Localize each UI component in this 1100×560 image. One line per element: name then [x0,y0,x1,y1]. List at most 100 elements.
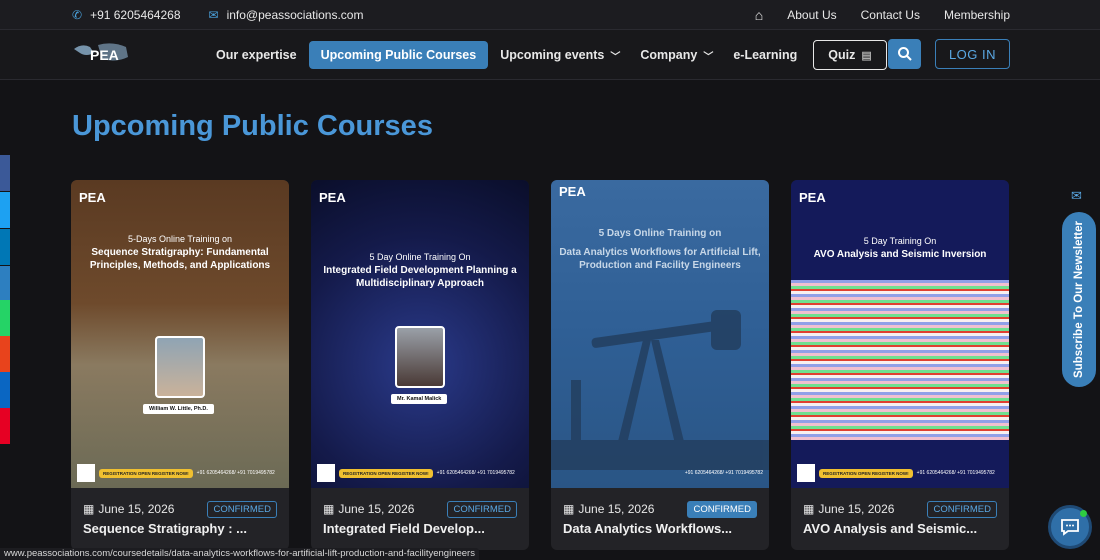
poster-logo: PEA [559,184,586,199]
status-badge: CONFIRMED [207,500,277,518]
poster-footer: REGISTRATION OPEN REGISTER NOW! +91 6205… [317,462,523,484]
nav-label: Our expertise [216,48,297,62]
login-button[interactable]: LOG IN [935,39,1010,69]
phone-contact[interactable]: ✆ +91 6205464268 [72,8,181,22]
register-pill: REGISTRATION OPEN REGISTER NOW! [339,468,433,478]
course-poster[interactable]: PEA 5-Days Online Training on Sequence S… [71,180,289,488]
about-us-link[interactable]: About Us [787,8,836,22]
document-icon: ▤ [861,49,872,62]
nav-label: e-Learning [733,48,798,62]
contact-us-link[interactable]: Contact Us [861,8,920,22]
course-card[interactable]: PEA 5 Day Online Training On Integrated … [311,180,529,550]
social-share-generic[interactable] [0,266,10,302]
nav-label: Upcoming Public Courses [320,48,477,62]
poster-logo: PEA [79,190,106,205]
mail-icon: ✉ [208,8,219,22]
poster-footer: +91 6205464268/ +91 7019495782 [557,462,763,484]
poster-title: Integrated Field Development Planning a … [323,265,517,289]
poster-contact: +91 6205464268/ +91 7019495782 [436,470,515,476]
nav-label: Quiz [828,48,856,62]
home-icon[interactable]: ⌂ [755,8,763,22]
top-contact-bar: ✆ +91 6205464268 ✉ info@peassociations.c… [0,0,1100,30]
qr-code [797,464,815,482]
nav-our-expertise[interactable]: Our expertise [208,41,305,69]
poster-subtitle: 5 Day Training On [863,236,937,246]
chat-button[interactable] [1048,505,1092,549]
course-card[interactable]: PEA 5 Days Online Training on Data Analy… [551,180,769,550]
email-contact[interactable]: ✉ info@peassociations.com [209,8,364,22]
nav-label: Upcoming events [500,48,605,62]
date-text: June 15, 2026 [818,502,895,516]
course-poster[interactable]: PEA 5 Day Online Training On Integrated … [311,180,529,488]
status-badge: CONFIRMED [687,500,757,518]
logo-text: PEA [90,47,119,63]
poster-subtitle: 5 Days Online Training on [598,228,722,239]
course-date: ▦ June 15, 2026 [323,502,414,516]
presenter-photo [155,336,205,398]
social-share-twitter[interactable] [0,192,10,228]
calendar-icon: ▦ [323,502,335,516]
calendar-icon: ▦ [563,502,575,516]
search-button[interactable] [888,39,921,69]
poster-contact: +91 6205464268/ +91 7019495782 [196,470,275,476]
nav-upcoming-public-courses[interactable]: Upcoming Public Courses [308,41,489,69]
course-date: ▦ June 15, 2026 [803,502,894,516]
qr-code [317,464,335,482]
course-card[interactable]: PEA 5 Day Training On AVO Analysis and S… [791,180,1009,550]
status-badge: CONFIRMED [927,500,997,518]
status-badge: CONFIRMED [447,500,517,518]
poster-title: Data Analytics Workflows for Artificial … [559,247,761,271]
nav-e-learning[interactable]: e-Learning [725,41,805,69]
course-poster[interactable]: PEA 5 Day Training On AVO Analysis and S… [791,180,1009,488]
nav-quiz[interactable]: Quiz ▤ [813,40,887,70]
qr-code [77,464,95,482]
social-share-whatsapp[interactable] [0,300,10,336]
phone-icon: ✆ [72,8,83,22]
poster-subtitle: 5-Days Online Training on [127,234,233,244]
newsletter-label: Subscribe To Our Newsletter [1073,221,1085,378]
social-share-pinterest[interactable] [0,408,10,444]
nav-upcoming-events[interactable]: Upcoming events ﹀ [492,41,628,70]
membership-link[interactable]: Membership [944,8,1010,22]
poster-contact: +91 6205464268/ +91 7019495782 [684,470,763,476]
poster-subtitle: 5 Day Online Training On [369,252,471,262]
presenter-name: Mr. Kamal Malick [391,394,448,404]
chevron-down-icon: ﹀ [610,51,621,63]
chevron-down-icon: ﹀ [703,51,714,63]
main-navigation: PEA Our expertise Upcoming Public Course… [0,30,1100,80]
phone-number: +91 6205464268 [90,8,181,22]
poster-contact: +91 6205464268/ +91 7019495782 [916,470,995,476]
search-icon [897,47,912,61]
social-share-reddit[interactable] [0,336,10,372]
nav-label: Company [640,48,698,62]
course-title[interactable]: Data Analytics Workflows... [563,521,732,536]
course-date: ▦ June 15, 2026 [83,502,174,516]
oil-pump-illustration [551,310,769,470]
course-title[interactable]: Integrated Field Develop... [323,521,485,536]
register-pill: REGISTRATION OPEN REGISTER NOW! [99,468,193,478]
course-title[interactable]: AVO Analysis and Seismic... [803,521,977,536]
social-share-linkedin[interactable] [0,229,10,265]
social-share-linkedin-alt[interactable] [0,372,10,408]
date-text: June 15, 2026 [98,502,175,516]
course-poster[interactable]: PEA 5 Days Online Training on Data Analy… [551,180,769,488]
poster-logo: PEA [319,190,346,205]
pea-logo[interactable]: PEA [72,39,132,69]
course-card[interactable]: PEA 5-Days Online Training on Sequence S… [71,180,289,550]
poster-logo: PEA [799,190,826,205]
mail-icon[interactable]: ✉ [1071,188,1082,204]
seismic-image [791,280,1009,440]
page-title: Upcoming Public Courses [72,110,433,142]
chat-bubble-icon [1061,519,1079,536]
calendar-icon: ▦ [83,502,95,516]
subscribe-newsletter-tab[interactable]: Subscribe To Our Newsletter [1062,212,1096,387]
poster-footer: REGISTRATION OPEN REGISTER NOW! +91 6205… [77,462,283,484]
browser-status-url: www.peassociations.com/coursedetails/dat… [0,548,479,560]
course-title[interactable]: Sequence Stratigraphy : ... [83,521,247,536]
nav-company[interactable]: Company ﹀ [632,41,721,70]
social-share-facebook[interactable] [0,155,10,191]
course-date: ▦ June 15, 2026 [563,502,654,516]
date-text: June 15, 2026 [578,502,655,516]
presenter-photo [395,326,445,388]
online-indicator [1080,510,1087,517]
